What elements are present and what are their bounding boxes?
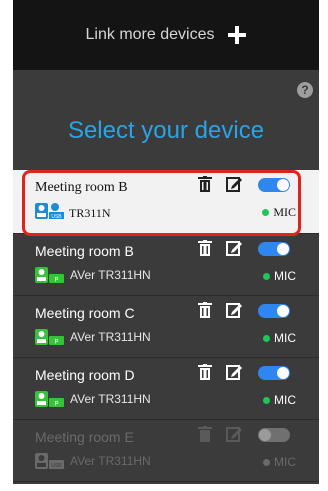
svg-text:USB: USB <box>51 463 62 469</box>
mic-status: MIC <box>263 393 296 407</box>
mic-status: MIC <box>263 269 296 283</box>
mic-status-dot <box>263 458 270 466</box>
device-item[interactable]: Meeting room B P AVer TR311HN MIC <box>13 234 319 296</box>
mic-status-dot <box>263 272 270 280</box>
mic-status-dot <box>263 334 270 342</box>
usb-camera-icon: USB <box>35 453 64 469</box>
device-name: Meeting room E <box>35 429 134 445</box>
device-toggle[interactable] <box>258 428 290 442</box>
toggle-knob <box>277 367 289 379</box>
device-model: AVer TR311HN <box>70 454 151 468</box>
device-item[interactable]: Meeting room D P AVer TR311HN MIC <box>13 358 319 420</box>
mic-label: MIC <box>274 393 296 407</box>
svg-text:P: P <box>54 340 58 346</box>
mic-label: MIC <box>274 455 296 469</box>
help-icon[interactable]: ? <box>297 82 313 98</box>
toggle-knob <box>259 429 271 441</box>
trash-icon[interactable] <box>198 240 212 256</box>
link-more-devices-button[interactable]: Link more devices <box>13 0 319 70</box>
device-item[interactable]: Meeting room E USB AVer TR311HN MIC <box>13 420 319 482</box>
device-name: Meeting room B <box>35 243 134 259</box>
edit-icon[interactable] <box>226 364 242 380</box>
toggle-knob <box>277 243 289 255</box>
trash-icon[interactable] <box>198 364 212 380</box>
device-toggle[interactable] <box>258 366 290 380</box>
mic-label: MIC <box>274 331 296 345</box>
ip-camera-icon: P <box>35 329 64 346</box>
device-name: Meeting room D <box>35 367 135 383</box>
device-name: Meeting room C <box>35 305 135 321</box>
edit-icon[interactable] <box>226 302 242 318</box>
edit-icon[interactable] <box>226 240 242 256</box>
svg-text:P: P <box>54 402 58 408</box>
device-model: AVer TR311HN <box>70 268 151 282</box>
device-toggle[interactable] <box>258 304 290 318</box>
selection-highlight <box>22 170 301 236</box>
page-title: Select your device <box>67 117 265 144</box>
ip-camera-icon: P <box>35 267 64 284</box>
mic-status: MIC <box>263 455 296 469</box>
edit-icon <box>226 427 242 442</box>
plus-icon <box>228 26 247 44</box>
svg-text:P: P <box>54 278 58 284</box>
device-item[interactable]: Meeting room C P AVer TR311HN MIC <box>13 296 319 358</box>
trash-icon[interactable] <box>198 302 212 318</box>
mic-status: MIC <box>263 331 296 345</box>
trash-icon <box>198 426 212 442</box>
link-more-devices-label: Link more devices <box>85 26 215 43</box>
ip-camera-icon: P <box>35 391 64 408</box>
device-model: AVer TR311HN <box>70 330 151 344</box>
device-toggle[interactable] <box>258 242 290 256</box>
toggle-knob <box>277 305 289 317</box>
mic-status-dot <box>263 396 270 404</box>
mic-label: MIC <box>274 269 296 283</box>
device-panel: Link more devices ? Select your device M… <box>13 0 319 484</box>
device-model: AVer TR311HN <box>70 392 151 406</box>
